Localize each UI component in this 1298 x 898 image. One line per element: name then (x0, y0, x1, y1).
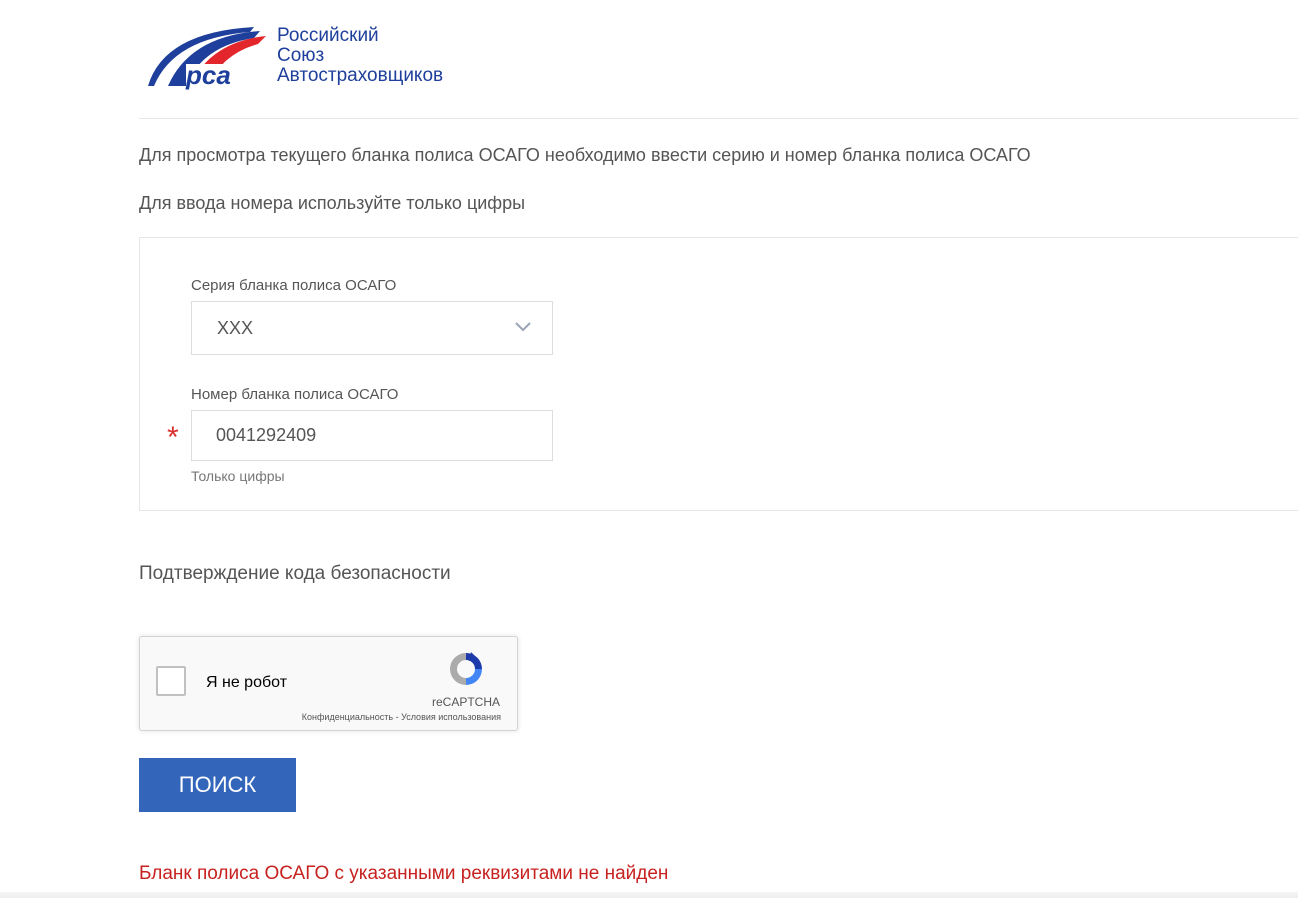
error-message: Бланк полиса ОСАГО с указанными реквизит… (139, 863, 669, 884)
recaptcha-widget: Я не робот reCAPTCHA Конфиденциальность … (139, 636, 518, 731)
number-label: Номер бланка полиса ОСАГО (191, 386, 399, 403)
logo-mark: рса (185, 60, 231, 90)
privacy-link[interactable]: Конфиденциальность (302, 712, 393, 722)
header-divider (139, 118, 1298, 119)
number-hint: Только цифры (191, 468, 285, 484)
logo-line-2: Союз (277, 45, 325, 66)
policy-form-panel: Серия бланка полиса ОСАГО XXX Номер блан… (139, 237, 1298, 511)
recaptcha-logo-icon (450, 652, 482, 685)
links-separator: - (393, 712, 402, 722)
terms-link[interactable]: Условия использования (401, 712, 501, 722)
chevron-down-icon (515, 322, 531, 332)
rsa-logo[interactable]: рса Российский Союз Автостраховщиков (146, 24, 466, 90)
rsa-logo-emblem-icon: рса (148, 27, 266, 90)
page: рса Российский Союз Автостраховщиков Для… (0, 0, 1298, 898)
recaptcha-label: Я не робот (206, 674, 288, 691)
recaptcha-links: Конфиденциальность - Условия использован… (260, 712, 501, 722)
series-select[interactable]: XXX (191, 301, 553, 355)
recaptcha-checkbox[interactable] (156, 666, 186, 696)
number-input[interactable] (191, 410, 553, 461)
series-label: Серия бланка полиса ОСАГО (191, 277, 397, 294)
recaptcha-brand: reCAPTCHA (431, 695, 500, 709)
bottom-bar-edge (0, 892, 1298, 898)
digits-only-note: Для ввода номера используйте только цифр… (139, 193, 526, 213)
logo-text: Российский Союз Автостраховщиков (277, 26, 443, 86)
logo-line-1: Российский (277, 25, 379, 46)
series-selected-value: XXX (217, 318, 254, 338)
logo-line-3: Автостраховщиков (277, 65, 444, 86)
captcha-heading: Подтверждение кода безопасности (139, 563, 451, 584)
intro-text: Для просмотра текущего бланка полиса ОСА… (139, 145, 1031, 165)
required-indicator: * (167, 421, 179, 454)
search-button[interactable]: ПОИСК (139, 758, 296, 812)
